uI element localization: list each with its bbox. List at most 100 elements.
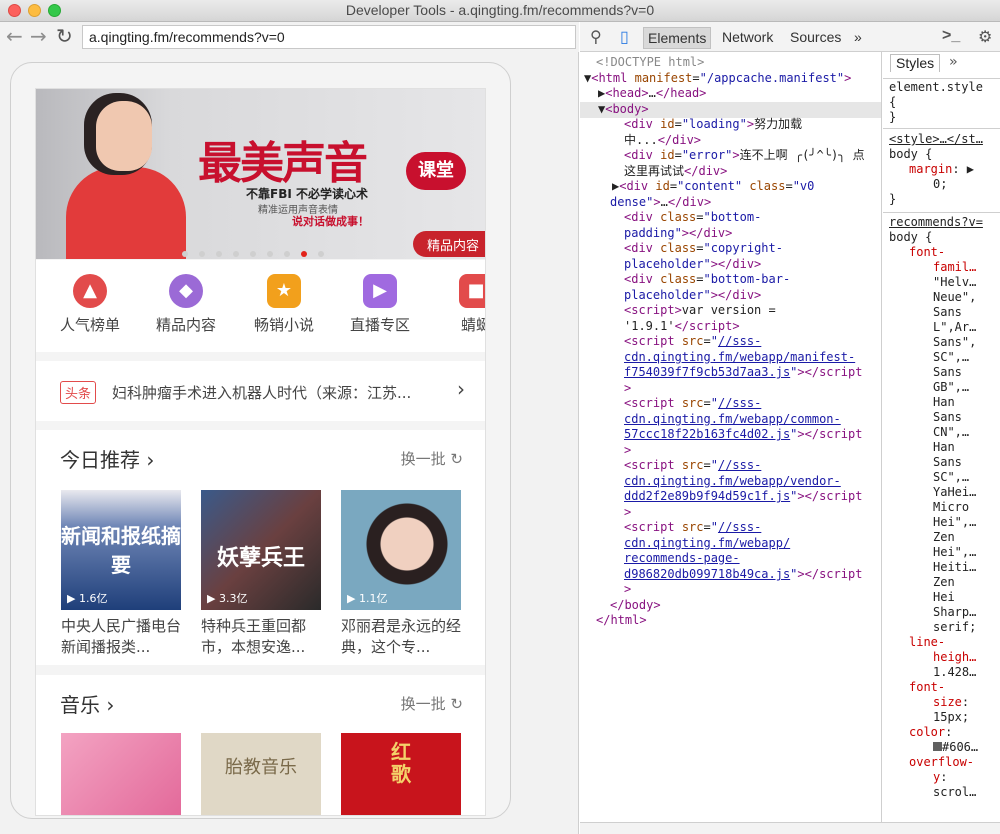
dom-line[interactable]: cdn.qingting.fm/webapp/vendor- [624,474,841,490]
style-line[interactable]: font- [909,680,945,695]
dom-line[interactable]: <div class="copyright- [624,241,783,257]
dom-line[interactable]: placeholder"></div> [624,288,761,304]
style-line[interactable]: 15px; [933,710,969,725]
dom-line[interactable]: ddd2f2e89b9f94d59c1f.js"></script [624,489,862,505]
style-line[interactable]: body { [889,230,932,245]
dom-line[interactable]: '1.9.1'</script> [624,319,740,335]
style-line[interactable]: 0; [933,177,947,192]
style-line[interactable]: } [889,110,896,125]
category-novels[interactable]: ★ 畅销小说 [244,274,324,335]
style-line[interactable]: y: [933,770,947,785]
category-popular[interactable]: ▲ 人气榜单 [50,274,130,335]
dom-line[interactable]: </html> [596,613,647,629]
style-line[interactable]: size: [933,695,969,710]
dom-line[interactable]: 57ccc18f22b163fc4d02.js"></script [624,427,862,443]
section-title[interactable]: 音乐 › [60,689,114,718]
dom-line[interactable]: <script>var version = [624,303,776,319]
address-bar[interactable]: a.qingting.fm/recommends?v=0 [82,25,576,49]
dom-line[interactable]: </body> [610,598,661,614]
inspect-search-icon[interactable]: ⚲ [590,27,602,47]
styles-pane[interactable]: Styles » element.style { } <style>…</st…… [883,52,1000,822]
style-line[interactable]: Sans [933,410,962,425]
style-line[interactable]: margin: ▶ [909,162,974,177]
style-line[interactable]: L",Ar… [933,320,976,335]
style-line[interactable]: CN",… [933,425,969,440]
style-line[interactable]: line- [909,635,945,650]
dom-line[interactable]: <div id="loading">努力加载 [624,117,802,133]
dom-line[interactable]: cdn.qingting.fm/webapp/ [624,536,790,552]
style-line[interactable]: GB",… [933,380,969,395]
dom-line[interactable]: <div class="bottom- [624,210,761,226]
style-line[interactable]: Heiti… [933,560,976,575]
style-line[interactable]: Hei",… [933,515,976,530]
carousel-dots[interactable] [182,242,335,257]
dom-line[interactable]: f754039f7f9cb53d7aa3.js"></script [624,365,862,381]
style-line[interactable]: color: [909,725,952,740]
tab-elements[interactable]: Elements [643,27,712,49]
recommend-card[interactable]: 新闻和报纸摘要 ▶ 1.6亿 中央人民广播电台新闻播报类... [61,490,181,658]
style-line[interactable]: Sans [933,455,962,470]
style-line[interactable]: #606… [933,740,978,755]
dom-line[interactable]: 这里再试试</div> [624,164,727,180]
style-line[interactable]: element.style [889,80,983,95]
dom-line[interactable]: <script src="//sss- [624,458,761,474]
dom-line[interactable]: <script src="//sss- [624,520,761,536]
dom-line[interactable]: dense">…</div> [610,195,711,211]
style-line[interactable]: Han [933,440,955,455]
style-line[interactable]: scrol… [933,785,976,800]
more-panels-button[interactable]: » [949,54,957,70]
style-line[interactable]: { [889,95,896,110]
dom-line[interactable]: ▶<div id="content" class="v0 [612,179,814,195]
gear-icon[interactable]: ⚙ [978,27,992,47]
headline-news-row[interactable]: 头条 妇科肿瘤手术进入机器人时代（来源：江苏... › [36,361,485,421]
style-line[interactable]: SC",… [933,350,969,365]
style-line[interactable]: Micro [933,500,969,515]
dom-line[interactable]: <script src="//sss- [624,334,761,350]
tab-styles[interactable]: Styles [890,54,941,73]
dom-line[interactable]: <!DOCTYPE html> [596,55,704,71]
style-source-link[interactable]: <style>…</st… [889,132,983,147]
style-line[interactable]: heigh… [933,650,976,665]
style-line[interactable]: 1.428… [933,665,976,680]
style-line[interactable]: Sans [933,305,962,320]
forward-arrow-icon[interactable]: → [30,25,47,47]
elements-tree[interactable]: <!DOCTYPE html> ▼<html manifest="/appcac… [580,52,882,822]
style-line[interactable]: overflow- [909,755,974,770]
category-premium[interactable]: ◆ 精品内容 [146,274,226,335]
style-line[interactable]: Sharp… [933,605,976,620]
dom-line[interactable]: <div class="bottom-bar- [624,272,790,288]
dom-line[interactable]: > [624,443,631,459]
device-mode-icon[interactable]: ▯ [620,27,629,47]
dom-line[interactable]: ▼<html manifest="/appcache.manifest"> [584,71,851,87]
dom-line[interactable]: > [624,582,631,598]
dom-line[interactable]: ▶<head>…</head> [598,86,706,102]
more-tabs-button[interactable]: » [850,27,866,47]
style-line[interactable]: SC",… [933,470,969,485]
style-source-link[interactable]: recommends?v= [889,215,983,230]
section-title[interactable]: 今日推荐 › [60,444,154,473]
dom-line[interactable]: placeholder"></div> [624,257,761,273]
style-line[interactable]: YaHei… [933,485,976,500]
style-line[interactable]: Neue", [933,290,976,305]
style-line[interactable]: Sans [933,365,962,380]
dom-line[interactable]: d986820db099718b49ca.js"></script [624,567,862,583]
dom-line-selected[interactable]: ▼<body> [580,102,881,118]
category-live[interactable]: ▶ 直播专区 [340,274,420,335]
style-line[interactable]: Sans", [933,335,976,350]
dom-line[interactable]: 中...</div> [624,133,701,149]
style-line[interactable]: Hei",… [933,545,976,560]
style-line[interactable]: Zen [933,575,955,590]
dom-line[interactable]: > [624,381,631,397]
dom-line[interactable]: <script src="//sss- [624,396,761,412]
console-drawer-icon[interactable]: >_ [942,27,960,45]
tab-sources[interactable]: Sources [786,27,845,47]
style-line[interactable]: serif; [933,620,976,635]
refresh-button[interactable]: 换一批 ↻ [401,693,463,714]
style-line[interactable]: "Helv… [933,275,976,290]
dom-line[interactable]: cdn.qingting.fm/webapp/common- [624,412,841,428]
recommend-card[interactable]: ▶ 1.1亿 邓丽君是永远的经典，这个专... [341,490,461,658]
back-arrow-icon[interactable]: ← [6,25,23,47]
dom-line[interactable]: cdn.qingting.fm/webapp/manifest- [624,350,855,366]
music-card[interactable]: 胎教音乐 [201,733,321,815]
style-line[interactable]: Hei [933,590,955,605]
